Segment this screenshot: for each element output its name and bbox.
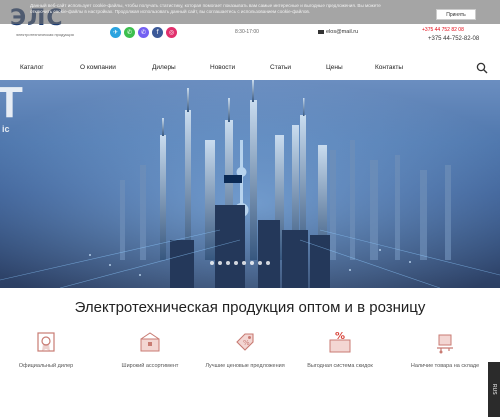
feature-label: Широкий ассортимент	[121, 363, 179, 369]
facebook-icon[interactable]: f	[152, 27, 163, 38]
working-hours: 8:30-17:00	[235, 29, 259, 35]
feature-label: Наличие товара на складе	[410, 363, 480, 369]
mail-icon	[318, 30, 324, 34]
slider-dot[interactable]	[242, 261, 246, 265]
feature-label: Выгодная система скидок	[307, 363, 373, 369]
slider-dot[interactable]	[218, 261, 222, 265]
warehouse-icon	[437, 334, 453, 354]
viber-icon[interactable]: ✆	[138, 27, 149, 38]
certificate-icon	[37, 332, 55, 352]
phone-top[interactable]: +375 44 752 82 08	[422, 27, 464, 33]
hero-subtitle-partial: ic	[2, 124, 10, 134]
nav-item-about[interactable]: О компании	[80, 56, 116, 80]
svg-text:%: %	[335, 331, 345, 342]
page-headline: Электротехническая продукция оптом и в р…	[74, 299, 426, 316]
cookie-banner: Данный веб-сайт использует cookie-файлы,…	[0, 0, 500, 24]
whatsapp-icon[interactable]: ✆	[124, 27, 135, 38]
nav-item-catalog[interactable]: Каталог	[20, 56, 44, 80]
language-tab[interactable]: RUS	[488, 362, 500, 417]
social-links: ✈ ✆ ✆ f ◎	[110, 27, 177, 38]
slider-dot[interactable]	[258, 261, 262, 265]
hero-slider[interactable]: T ic	[0, 80, 500, 288]
slider-dots	[210, 261, 270, 265]
search-icon[interactable]	[476, 62, 488, 74]
slider-dot[interactable]	[226, 261, 230, 265]
email-text: elos@mail.ru	[326, 29, 359, 35]
nav-item-news[interactable]: Новости	[210, 56, 235, 80]
feature-best-prices: % Лучшие ценовые предложения	[205, 328, 285, 370]
phone-link[interactable]: +375 44-752-82-08	[428, 36, 479, 42]
hero-title-partial: T	[0, 80, 23, 127]
logo-tagline: электротехническая продукция	[16, 32, 74, 37]
box-icon	[140, 332, 160, 352]
nav-item-contacts[interactable]: Контакты	[375, 56, 403, 80]
city-skyline-image	[0, 80, 500, 288]
slider-dot[interactable]	[266, 261, 270, 265]
cookie-accept-button[interactable]: Принять	[436, 9, 476, 20]
svg-text:%: %	[243, 339, 250, 347]
feature-wide-range: Широкий ассортимент	[110, 328, 190, 370]
feature-official-dealer: Официальный дилер	[6, 328, 86, 370]
feature-label: Лучшие ценовые предложения	[205, 363, 285, 369]
slider-dot[interactable]	[250, 261, 254, 265]
price-tag-icon: %	[236, 333, 254, 351]
instagram-icon[interactable]: ◎	[166, 27, 177, 38]
nav-item-articles[interactable]: Статьи	[270, 56, 291, 80]
email-link[interactable]: elos@mail.ru	[318, 29, 358, 35]
slider-dot[interactable]	[210, 261, 214, 265]
cookie-text: Данный веб-сайт использует cookie-файлы,…	[30, 3, 381, 14]
feature-discounts: % Выгодная система скидок	[300, 328, 380, 370]
main-nav: Каталог О компании Дилеры Новости Статьи…	[0, 56, 500, 81]
discount-icon: %	[329, 331, 351, 353]
telegram-icon[interactable]: ✈	[110, 27, 121, 38]
nav-item-prices[interactable]: Цены	[326, 56, 343, 80]
feature-label: Официальный дилер	[18, 363, 74, 369]
nav-item-dealers[interactable]: Дилеры	[152, 56, 176, 80]
feature-in-stock: Наличие товара на складе	[405, 328, 485, 370]
slider-dot[interactable]	[234, 261, 238, 265]
